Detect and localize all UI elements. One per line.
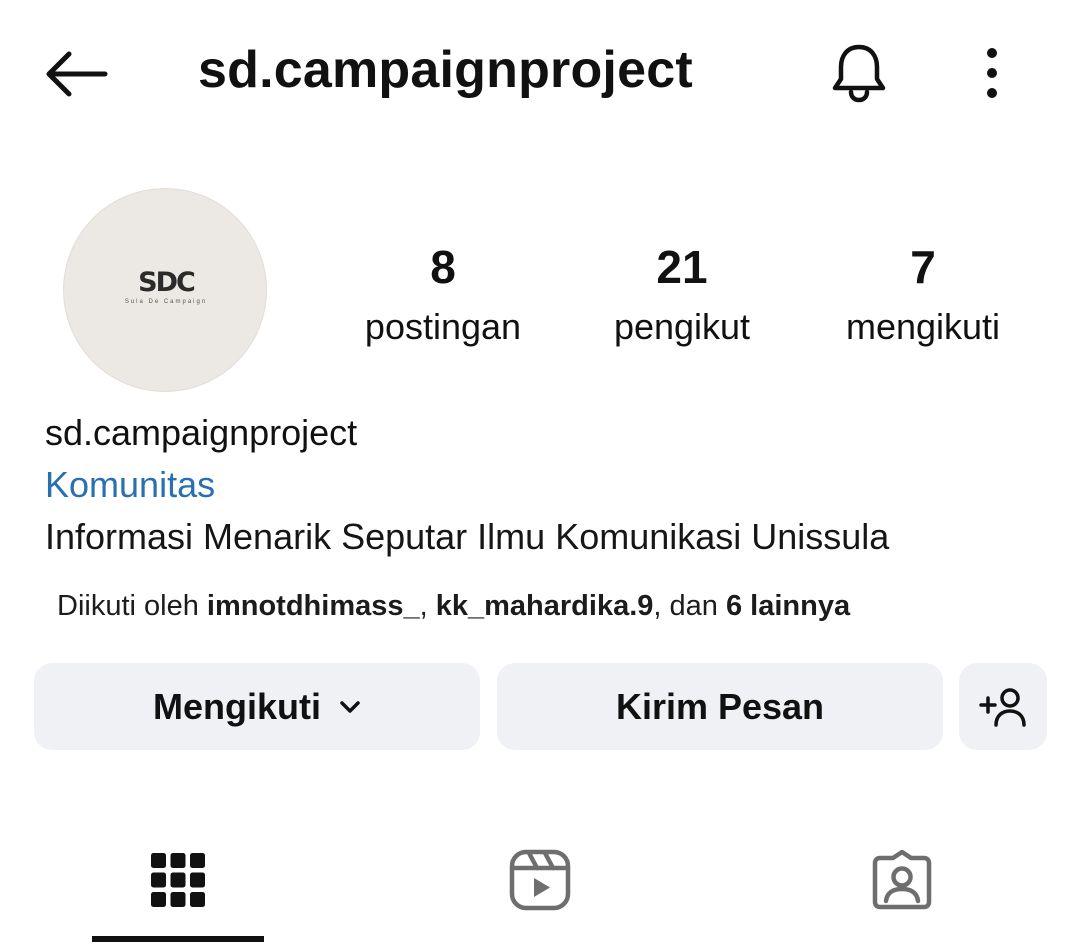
followed-by-prefix: Diikuti oleh bbox=[57, 590, 207, 622]
send-message-button[interactable]: Kirim Pesan bbox=[497, 663, 943, 750]
tab-reels[interactable] bbox=[480, 820, 600, 940]
arrow-left-icon bbox=[46, 51, 108, 97]
more-options-button[interactable] bbox=[966, 38, 1018, 108]
stat-followers[interactable]: 21 pengikut bbox=[584, 238, 780, 352]
follower-username-2[interactable]: kk_mahardika.9 bbox=[436, 590, 654, 622]
stat-posts[interactable]: 8 postingan bbox=[343, 238, 543, 352]
profile-page: sd.campaignproject SDC Sula De Campaign … bbox=[0, 0, 1080, 949]
profile-category-link[interactable]: Komunitas bbox=[45, 464, 215, 506]
suggest-people-button[interactable] bbox=[959, 663, 1047, 750]
bell-icon bbox=[832, 44, 886, 103]
reels-icon bbox=[509, 849, 571, 911]
avatar-logo-text: SDC bbox=[138, 267, 196, 298]
stat-following[interactable]: 7 mengikuti bbox=[820, 238, 1026, 352]
followed-by-text[interactable]: Diikuti oleh imnotdhimass_, kk_mahardika… bbox=[57, 590, 850, 623]
grid-icon bbox=[151, 853, 205, 907]
follower-username-1[interactable]: imnotdhimass_ bbox=[207, 590, 420, 622]
followed-by-others[interactable]: 6 lainnya bbox=[726, 590, 850, 622]
tab-tagged[interactable] bbox=[842, 820, 962, 940]
avatar-logo-subtext: Sula De Campaign bbox=[124, 299, 208, 305]
stat-following-value: 7 bbox=[910, 241, 936, 293]
following-button-label: Mengikuti bbox=[153, 685, 321, 727]
avatar[interactable]: SDC Sula De Campaign bbox=[63, 188, 267, 392]
send-message-button-label: Kirim Pesan bbox=[615, 685, 825, 727]
stat-following-label: mengikuti bbox=[845, 306, 1001, 347]
stat-followers-value: 21 bbox=[656, 241, 708, 293]
profile-tabs bbox=[0, 820, 1080, 949]
header: sd.campaignproject bbox=[0, 0, 1080, 145]
tab-posts-grid[interactable] bbox=[118, 820, 238, 940]
followed-by-conjunction: , dan bbox=[653, 590, 726, 622]
chevron-down-icon bbox=[339, 700, 361, 714]
profile-name: sd.campaignproject bbox=[45, 412, 358, 453]
notifications-button[interactable] bbox=[822, 38, 896, 108]
followed-by-separator: , bbox=[419, 590, 436, 622]
stat-posts-value: 8 bbox=[430, 241, 456, 293]
more-vertical-icon bbox=[987, 48, 997, 98]
add-person-icon bbox=[979, 687, 1026, 727]
tagged-icon bbox=[872, 849, 932, 910]
profile-bio: Informasi Menarik Seputar Ilmu Komunikas… bbox=[45, 516, 890, 557]
following-button[interactable]: Mengikuti bbox=[34, 663, 480, 750]
page-title: sd.campaignproject bbox=[198, 41, 693, 99]
stat-posts-label: postingan bbox=[364, 306, 522, 347]
stat-followers-label: pengikut bbox=[613, 306, 751, 347]
active-tab-indicator bbox=[92, 936, 264, 942]
back-button[interactable] bbox=[40, 42, 112, 106]
